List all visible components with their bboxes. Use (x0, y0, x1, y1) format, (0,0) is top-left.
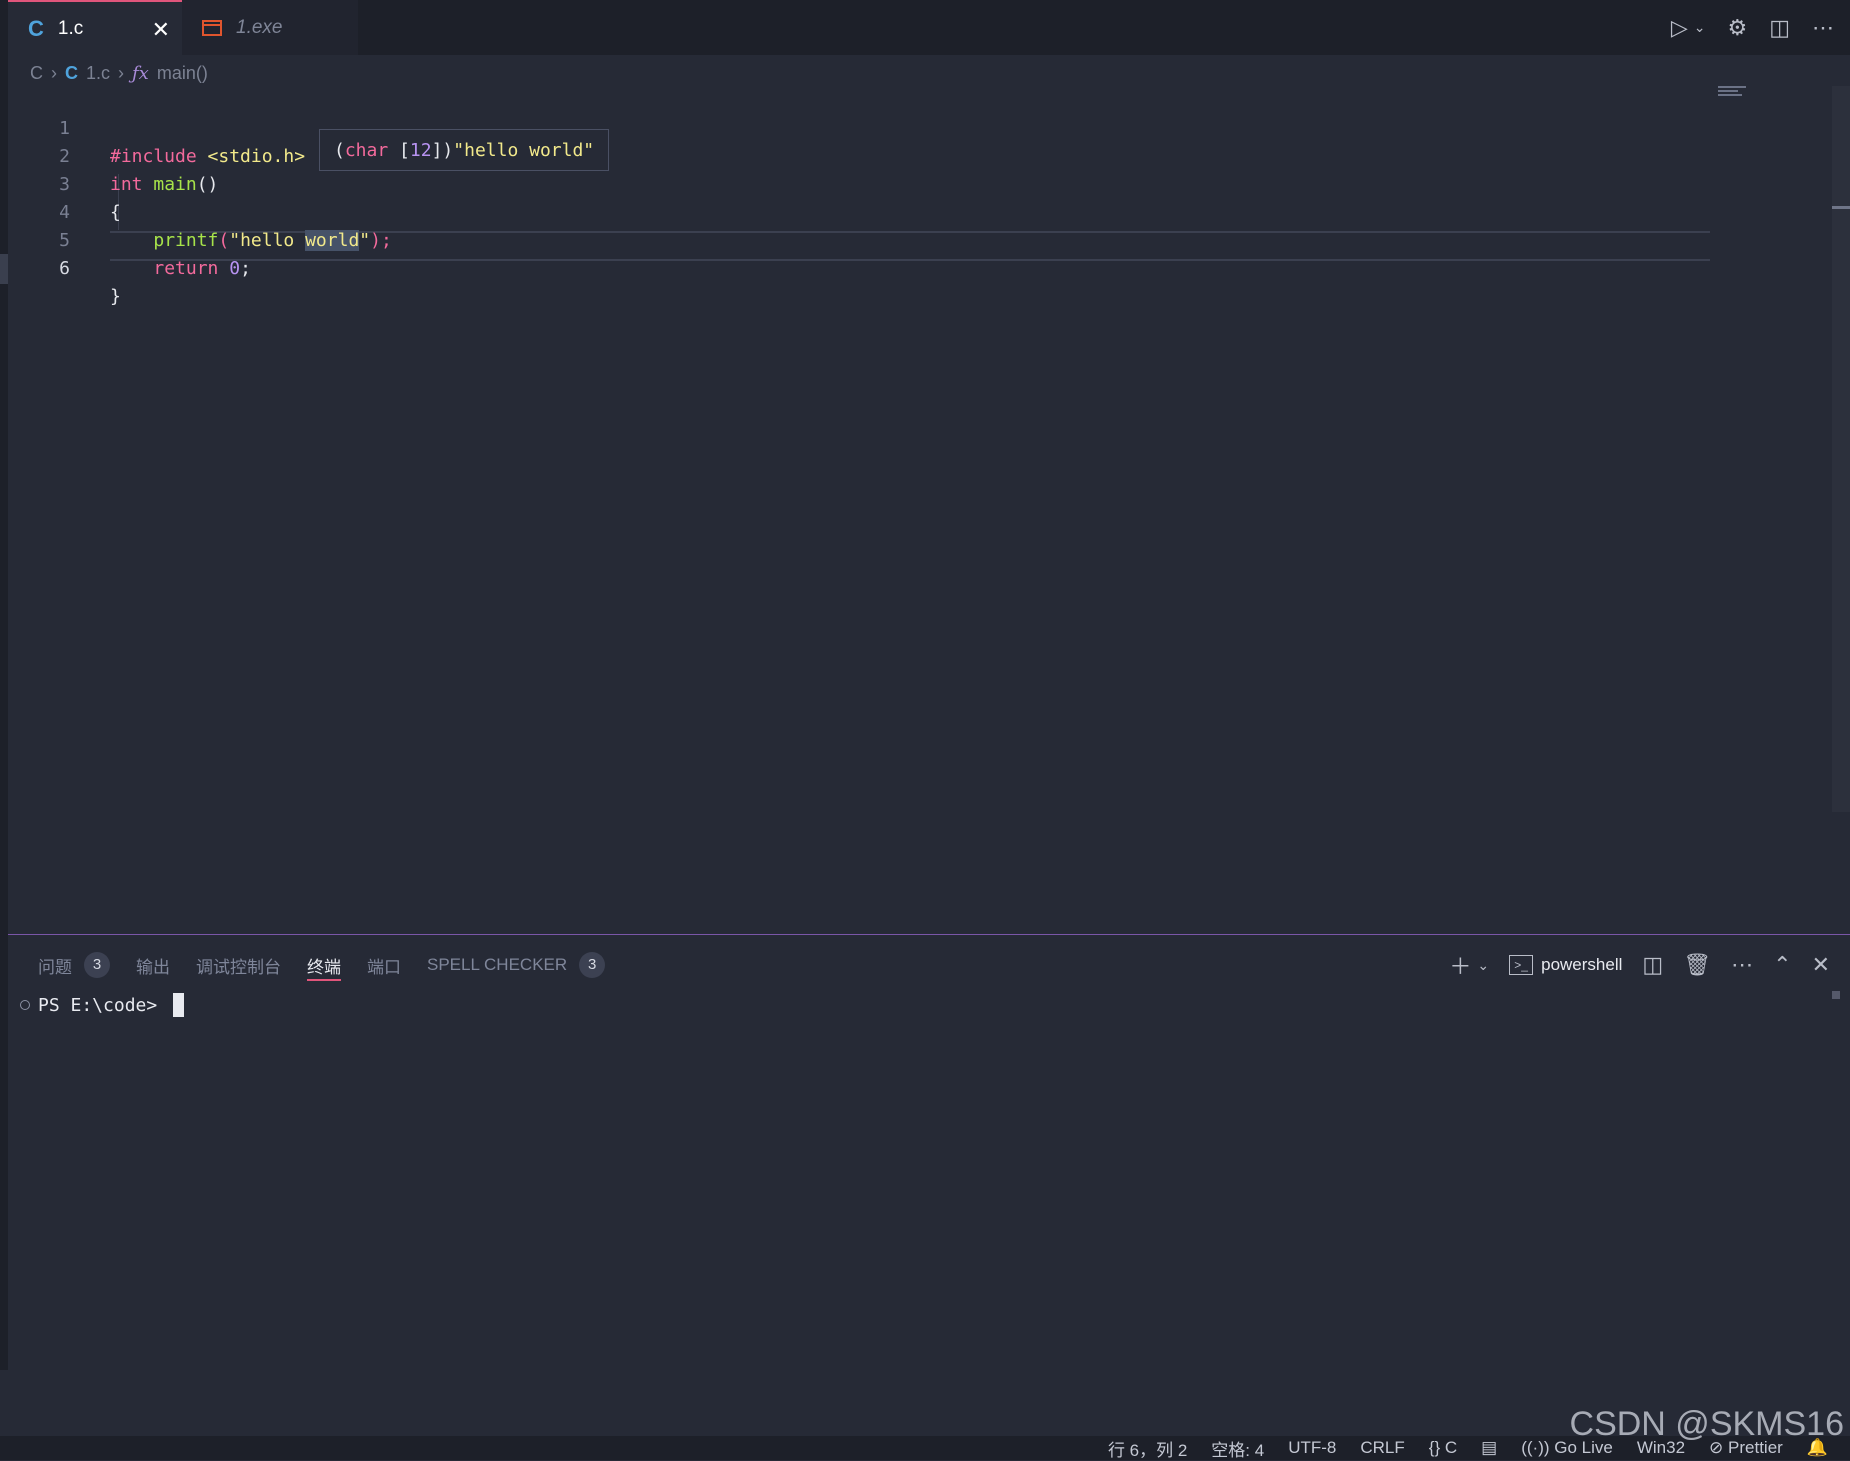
tab-problems[interactable]: 问题 3 (38, 935, 110, 995)
token-include-path: <stdio.h> (196, 146, 306, 167)
watermark: CSDN @SKMS16 (1569, 1405, 1844, 1443)
tab-label: 问题 (38, 957, 72, 977)
run-icon[interactable]: ▷ (1671, 15, 1688, 41)
spell-checker-count-badge: 3 (579, 952, 606, 978)
terminal-cursor (173, 993, 185, 1017)
tab-label: 1.exe (236, 16, 283, 38)
code-line: 4 printf("hello world"); (8, 171, 392, 251)
cursor-position[interactable]: 行 6，列 2 (1108, 1436, 1187, 1461)
tab-output[interactable]: 输出 (136, 935, 170, 995)
more-icon[interactable]: ⋯ (1812, 15, 1834, 41)
scroll-position-marker (1832, 206, 1850, 209)
breadcrumb-symbol[interactable]: main() (157, 63, 208, 84)
terminal-scrollbar[interactable] (1832, 991, 1840, 999)
tab-debug-console[interactable]: 调试控制台 (196, 935, 281, 995)
code-line: 6 } (8, 227, 121, 307)
terminal[interactable]: PS E:\code> (20, 993, 185, 1017)
token-punct: ; (240, 258, 251, 279)
tooltip-number: 12 (409, 139, 432, 161)
panel-tabs: 问题 3 输出 调试控制台 终端 端口 SPELL CHECKER 3 (38, 935, 606, 995)
token-punct: { (110, 202, 121, 223)
tooltip-punct: ( (334, 139, 345, 161)
code-line: 5 return 0; (8, 199, 251, 279)
tooltip-value: "hello world" (453, 139, 595, 161)
chevron-right-icon: › (51, 62, 57, 83)
encoding[interactable]: UTF-8 (1288, 1438, 1336, 1458)
token-string: "hello (229, 230, 306, 251)
minimap[interactable] (1718, 86, 1746, 98)
indentation[interactable]: 空格: 4 (1211, 1436, 1264, 1461)
chevron-right-icon: › (118, 62, 125, 83)
code-line: 2 int main() (8, 115, 218, 195)
c-file-icon: C (28, 15, 44, 41)
new-terminal-icon[interactable]: ＋ (1449, 949, 1471, 981)
code-editor[interactable]: 1 #include <stdio.h> 2 int main() 3 { 4 … (8, 90, 1830, 930)
terminal-shell-selector[interactable]: >_ powershell (1509, 955, 1622, 975)
tab-ports[interactable]: 端口 (367, 935, 401, 995)
tooltip-punct: [ (388, 139, 410, 161)
tab-spell-checker[interactable]: SPELL CHECKER 3 (427, 935, 606, 995)
token-keyword: int (110, 174, 143, 195)
tab-1-exe[interactable]: 1.exe (182, 0, 358, 55)
chevron-down-icon[interactable]: ⌄ (1694, 19, 1706, 36)
tab-label: 输出 (136, 957, 170, 977)
close-icon[interactable]: ✕ (152, 17, 170, 43)
selected-text: world (305, 230, 360, 251)
more-icon[interactable]: ⋯ (1731, 952, 1753, 978)
terminal-icon: >_ (1509, 955, 1534, 975)
split-editor-icon[interactable]: ◫ (1769, 15, 1790, 41)
braces-icon: {} (1428, 1438, 1441, 1457)
tab-label: 终端 (307, 957, 341, 977)
close-panel-icon[interactable]: ✕ (1812, 952, 1830, 978)
tab-label: 调试控制台 (196, 957, 281, 977)
token-keyword: return (153, 258, 219, 279)
token-punct: ); (370, 230, 392, 251)
split-terminal-icon[interactable]: ◫ (1642, 952, 1663, 978)
code-line: 1 #include <stdio.h> (8, 87, 305, 167)
language-mode[interactable]: {} C (1429, 1438, 1457, 1458)
tooltip-punct: ]) (431, 139, 454, 161)
activity-strip (0, 0, 8, 1370)
breadcrumb-root[interactable]: C (30, 63, 43, 84)
terminal-prompt: PS E:\code> (38, 994, 158, 1016)
editor-scrollbar[interactable] (1832, 86, 1850, 812)
layout-icon[interactable]: ▤ (1481, 1438, 1497, 1458)
editor-toolbar: ▷ ⌄ ⚙ ◫ ⋯ (1671, 0, 1834, 55)
token-keyword: #include (110, 146, 197, 167)
token-number: 0 (229, 258, 241, 279)
command-status-icon (20, 1000, 30, 1010)
end-of-line[interactable]: CRLF (1360, 1438, 1404, 1458)
panel-actions: ＋ ⌄ >_ powershell ◫ 🗑 ⋯ ⌃ ✕ (1449, 935, 1830, 995)
tab-terminal[interactable]: 终端 (307, 935, 341, 995)
breadcrumb-file[interactable]: 1.c (86, 63, 110, 84)
token-punct: ( (218, 230, 230, 251)
token-punct: } (110, 286, 121, 307)
trash-icon[interactable]: 🗑 (1683, 952, 1711, 978)
broadcast-icon: ((·)) (1521, 1438, 1550, 1457)
line-number: 6 (59, 258, 70, 279)
gear-icon[interactable]: ⚙ (1727, 15, 1747, 41)
maximize-panel-icon[interactable]: ⌃ (1773, 952, 1791, 978)
tab-label: SPELL CHECKER (427, 955, 568, 974)
problems-count-badge: 3 (84, 952, 110, 978)
chevron-down-icon[interactable]: ⌄ (1477, 957, 1489, 974)
c-file-icon: C (65, 62, 78, 83)
breadcrumb: C › C 1.c › ƒx main() (30, 60, 208, 86)
hover-tooltip: (char [12]) "hello world" (319, 129, 610, 171)
tooltip-type: char (344, 139, 389, 161)
language-label: C (1444, 1438, 1458, 1457)
token-punct: () (196, 174, 219, 195)
tab-1-c[interactable]: C 1.c ✕ (8, 0, 182, 55)
token-string: " (359, 230, 371, 251)
strip-marker (0, 254, 8, 284)
tab-label: 端口 (367, 957, 401, 977)
token-function: main (153, 174, 197, 195)
token-function: printf (153, 230, 219, 251)
function-icon: ƒx (132, 62, 149, 84)
bottom-panel: 问题 3 输出 调试控制台 终端 端口 SPELL CHECKER 3 ＋ ⌄ >_… (8, 934, 1850, 1371)
code-line: 3 { (8, 143, 121, 223)
shell-name: powershell (1541, 955, 1623, 974)
tab-label: 1.c (57, 17, 84, 39)
exe-file-icon (202, 19, 222, 36)
